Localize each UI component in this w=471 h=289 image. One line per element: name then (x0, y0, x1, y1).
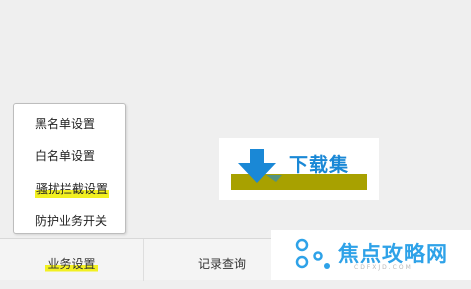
menu-item-blacklist-settings[interactable]: 黑名单设置 (14, 113, 125, 135)
menu-item-protection-service-toggle[interactable]: 防护业务开关 (14, 210, 125, 232)
tab-label: 记录查询 (197, 257, 246, 271)
menu-item-whitelist-settings[interactable]: 白名单设置 (14, 145, 125, 167)
app-screen: 黑名单设置 白名单设置 骚扰拦截设置 防护业务开关 下载集 业务设置 记录查询 (0, 0, 471, 281)
download-arrow-icon (238, 149, 282, 183)
brand-domain: CDFXJD.COM (354, 264, 413, 271)
popup-menu: 黑名单设置 白名单设置 骚扰拦截设置 防护业务开关 (13, 103, 126, 234)
menu-item-label: 防护业务开关 (35, 214, 108, 228)
tab-business-settings[interactable]: 业务设置 (0, 239, 143, 281)
download-site-watermark: 下载集 (219, 138, 379, 200)
tab-label: 业务设置 (45, 255, 98, 273)
menu-item-label: 骚扰拦截设置 (35, 178, 110, 200)
download-logo-text: 下载集 (289, 154, 350, 176)
brand-logo-icon (295, 238, 330, 269)
menu-item-label: 黑名单设置 (35, 117, 96, 131)
brand-watermark: 焦点攻略网 CDFXJD.COM (271, 230, 471, 280)
menu-item-label: 白名单设置 (35, 149, 96, 163)
menu-item-harassment-block-settings[interactable]: 骚扰拦截设置 (14, 178, 125, 200)
